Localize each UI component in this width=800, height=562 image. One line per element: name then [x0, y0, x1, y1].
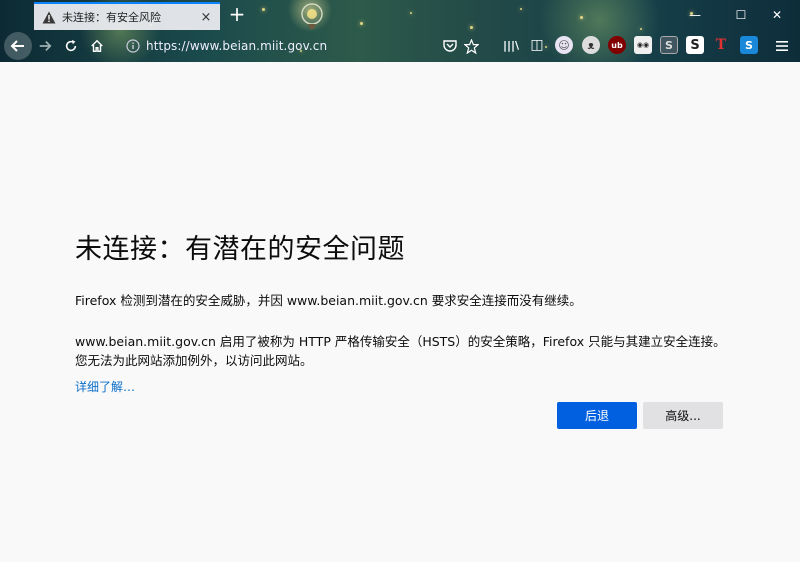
s-extension-icon[interactable]: S [660, 36, 678, 54]
back-button[interactable] [4, 32, 32, 60]
library-icon[interactable]: |||\ [502, 36, 520, 54]
warning-icon [42, 11, 56, 23]
go-back-button[interactable]: 后退 [557, 402, 637, 429]
hsts-explanation: www.beian.miit.gov.cn 启用了被称为 HTTP 严格传输安全… [75, 332, 735, 370]
s-blue-extension-icon[interactable]: S [740, 36, 758, 54]
error-page: 未连接：有潜在的安全问题 Firefox 检测到潜在的安全威胁，并因 www.b… [0, 62, 800, 562]
back-arrow-icon [10, 40, 24, 52]
firefly-decoration [580, 16, 583, 19]
firefly-decoration [520, 8, 522, 10]
firefly-decoration [262, 8, 265, 11]
t-extension-icon[interactable]: T [712, 36, 730, 54]
forward-button[interactable] [32, 34, 58, 58]
ghost-extension-icon[interactable]: ☺ [555, 36, 573, 54]
hamburger-menu-icon [776, 41, 788, 51]
pocket-shape [443, 40, 457, 52]
minimize-button[interactable]: — [672, 2, 718, 28]
browser-chrome: 未连接：有安全风险 × + — ☐ ✕ https://www.beian.mi… [0, 0, 800, 62]
url-bar[interactable]: https://www.beian.miit.gov.cn [122, 35, 494, 57]
reload-icon [65, 39, 77, 52]
stylus-icon[interactable]: S [686, 36, 704, 54]
menu-button[interactable] [772, 36, 792, 56]
firefly-decoration [410, 12, 412, 14]
error-content: 未连接：有潜在的安全问题 Firefox 检测到潜在的安全威胁，并因 www.b… [75, 227, 735, 395]
firefly-decoration [360, 22, 363, 25]
home-icon [91, 39, 103, 52]
reload-button[interactable] [58, 34, 84, 58]
url-text[interactable]: https://www.beian.miit.gov.cn [146, 39, 327, 53]
error-description: Firefox 检测到潜在的安全威胁，并因 www.beian.miit.gov… [75, 293, 582, 308]
advanced-button[interactable]: 高级... [643, 402, 723, 429]
bookmark-star-icon[interactable] [461, 36, 481, 56]
hsts-explanation-line2: 您无法为此网站添加例外，以访问此网站。 [75, 353, 313, 368]
hsts-explanation-line1: www.beian.miit.gov.cn 启用了被称为 HTTP 严格传输安全… [75, 334, 726, 349]
reader-sidebar-icon[interactable]: ◫ [528, 36, 546, 54]
tab-title: 未连接：有安全风险 [62, 11, 161, 24]
new-tab-button[interactable]: + [226, 3, 248, 27]
ublock-icon[interactable]: ub [608, 36, 626, 54]
firefly-decoration [640, 28, 642, 30]
close-window-button[interactable]: ✕ [754, 2, 800, 28]
error-title: 未连接：有潜在的安全问题 [75, 234, 405, 265]
forward-arrow-icon [39, 41, 52, 51]
error-actions: 后退 高级... [557, 402, 723, 429]
active-tab[interactable]: 未连接：有安全风险 × [34, 2, 220, 30]
site-info-icon[interactable] [126, 39, 140, 53]
lantern-decoration [301, 3, 323, 29]
tracker-extension-icon[interactable]: ◉◉ [634, 36, 652, 54]
learn-more-link[interactable]: 详细了解… [75, 378, 135, 395]
home-button[interactable] [84, 34, 110, 58]
firefly-decoration [470, 26, 473, 29]
tab-close-icon[interactable]: × [198, 10, 214, 25]
cat-extension-icon[interactable]: ᴥ [582, 36, 600, 54]
star-shape [463, 38, 479, 54]
pocket-icon[interactable] [440, 36, 460, 56]
